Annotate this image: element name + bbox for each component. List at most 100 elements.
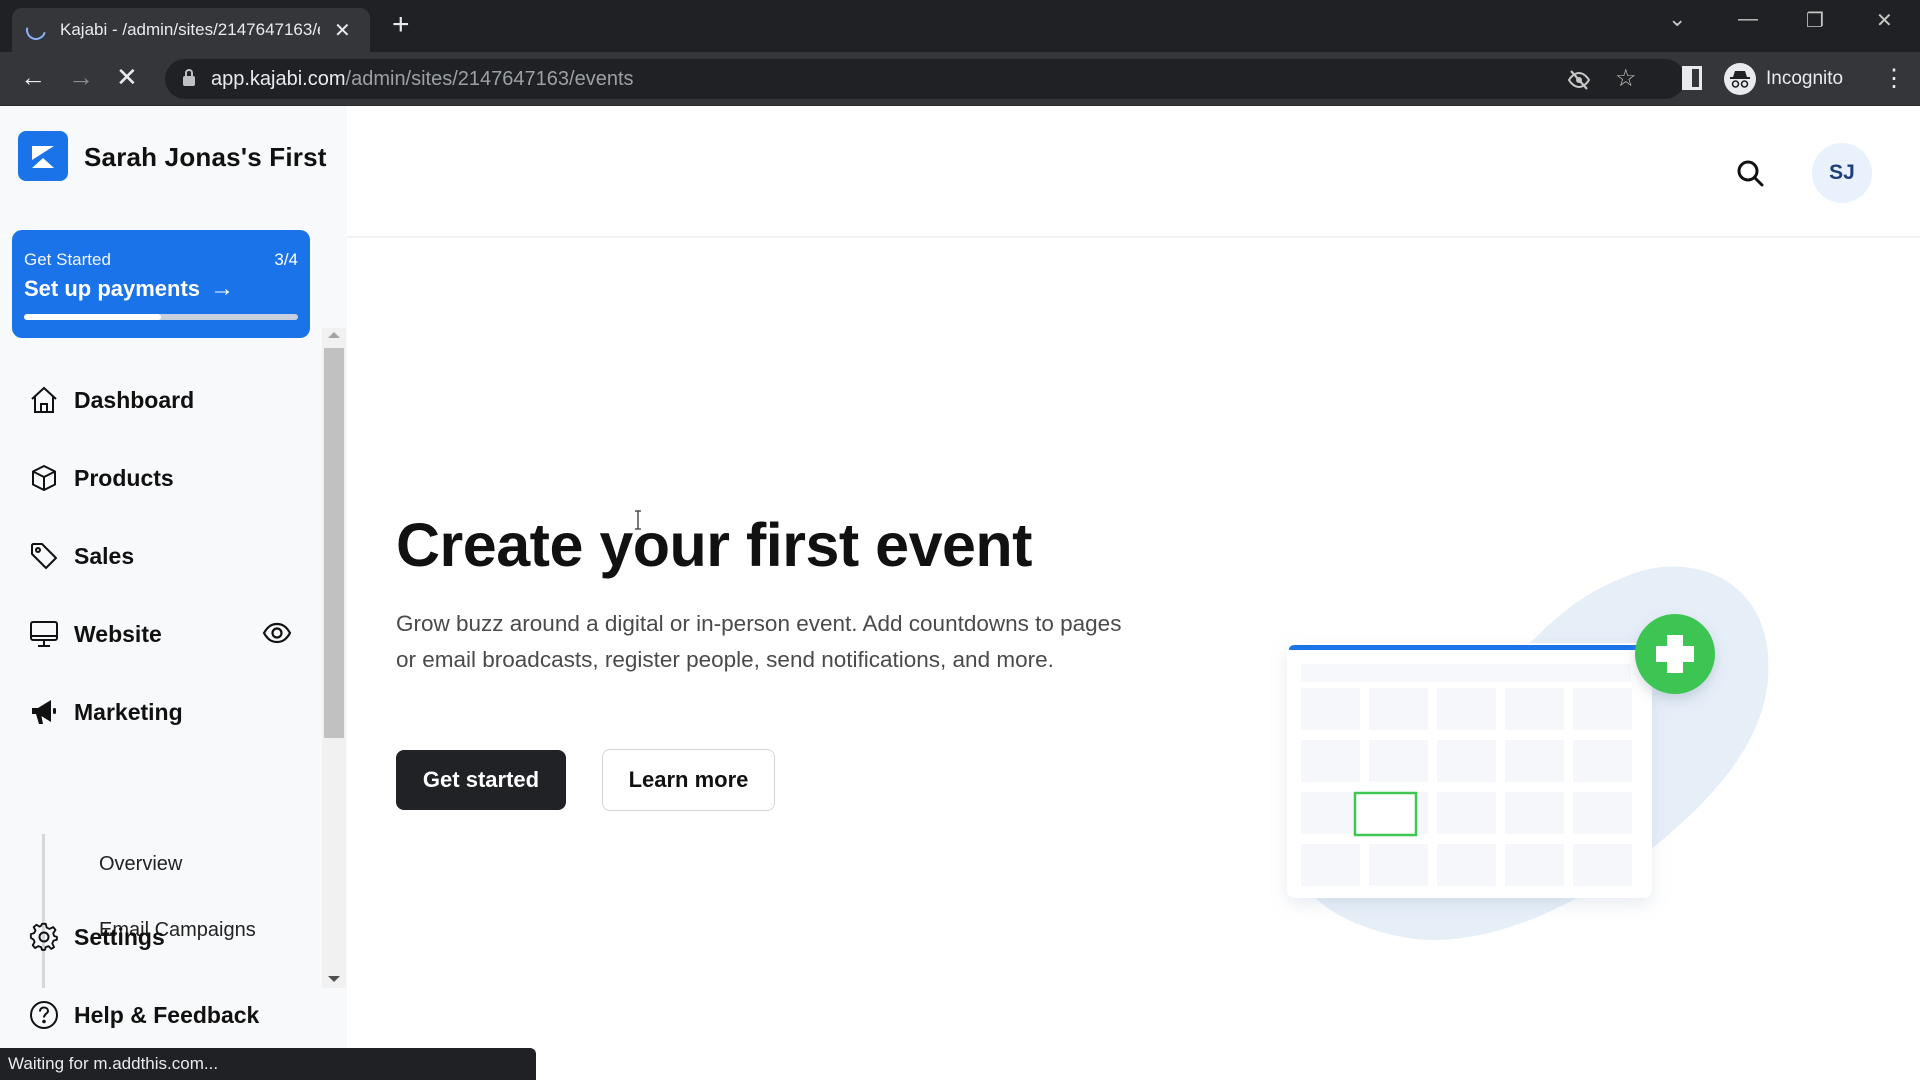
sidebar-item-label: Sales — [74, 542, 135, 569]
restore-button[interactable]: ❐ — [1806, 8, 1824, 33]
sidebar-item-marketing[interactable]: Marketing — [28, 692, 183, 732]
url-path: /admin/sites/2147647163/events — [345, 67, 634, 90]
calendar-day-cell — [1301, 688, 1360, 730]
calendar-day-cell — [1505, 688, 1564, 730]
home-icon — [28, 384, 60, 416]
tracking-protection-eye-slash-icon[interactable] — [1567, 68, 1591, 98]
calendar-grid — [1301, 664, 1632, 886]
url-host: app.kajabi.com — [211, 67, 346, 90]
sidebar-item-dashboard[interactable]: Dashboard — [28, 380, 194, 420]
monitor-icon — [28, 618, 60, 650]
calendar-day-cell — [1573, 740, 1632, 782]
gear-icon — [28, 921, 60, 953]
browser-menu-icon[interactable]: ⋮ — [1882, 64, 1906, 94]
page-title: Create your first event — [396, 511, 1033, 579]
calendar-day-cell — [1505, 844, 1564, 886]
sidebar-item-website[interactable]: Website — [28, 614, 162, 654]
calendar-day-cell — [1369, 844, 1428, 886]
preview-eye-icon[interactable] — [262, 618, 292, 653]
sidebar-nav-scroll-area: Dashboard Products Sales Website Marketi… — [0, 338, 347, 988]
browser-status-bar: Waiting for m.addthis.com... — [0, 1048, 536, 1080]
sidebar-item-label: Products — [74, 464, 174, 491]
sidebar-subitem-clipped[interactable] — [99, 982, 209, 988]
get-started-button[interactable]: Get started — [396, 750, 566, 810]
calendar-day-cell — [1301, 740, 1360, 782]
calendar-day-cell — [1437, 740, 1496, 782]
calendar-day-cell — [1369, 740, 1428, 782]
submenu-guide-line — [42, 834, 45, 988]
arrow-right-icon: → — [210, 275, 235, 302]
incognito-icon — [1724, 63, 1756, 95]
sidebar: Sarah Jonas's First Get Started 3/4 Set … — [0, 106, 347, 1080]
minimize-button[interactable]: — — [1738, 8, 1758, 31]
kajabi-logo[interactable] — [18, 131, 68, 181]
site-name[interactable]: Sarah Jonas's First — [84, 142, 327, 173]
bookmark-star-icon[interactable]: ☆ — [1615, 64, 1637, 93]
calendar-day-cell — [1505, 792, 1564, 834]
calendar-day-cell — [1505, 740, 1564, 782]
sidebar-item-products[interactable]: Products — [28, 458, 174, 498]
tab-search-chevron-icon[interactable]: ⌄ — [1668, 6, 1686, 32]
get-started-title: Set up payments → — [24, 275, 234, 303]
get-started-label: Get Started — [24, 250, 111, 269]
calendar-day-cell — [1369, 688, 1428, 730]
stop-loading-button[interactable]: ✕ — [116, 62, 138, 92]
sidebar-scrollbar[interactable] — [322, 328, 346, 988]
calendar-day-cell — [1437, 792, 1496, 834]
top-header: SJ — [347, 106, 1920, 238]
close-window-button[interactable]: ✕ — [1876, 8, 1893, 33]
page-description: Grow buzz around a digital or in-person … — [396, 611, 1122, 672]
get-started-title-text: Set up payments — [24, 276, 201, 301]
sidebar-item-sales[interactable]: Sales — [28, 536, 134, 576]
calendar-header-row — [1301, 664, 1631, 682]
scroll-up-arrow-icon[interactable] — [328, 332, 340, 338]
get-started-count: 3/4 — [274, 250, 298, 269]
sidebar-subitem-overview[interactable]: Overview — [99, 853, 182, 876]
back-button[interactable]: ← — [20, 62, 46, 92]
calendar-top-bar — [1289, 645, 1659, 650]
megaphone-icon — [28, 696, 60, 728]
text-cursor-icon — [635, 510, 641, 530]
help-icon — [28, 999, 60, 1031]
calendar-day-cell — [1437, 688, 1496, 730]
search-icon[interactable] — [1735, 158, 1765, 193]
box-icon — [28, 462, 60, 494]
scroll-down-arrow-icon[interactable] — [328, 976, 340, 982]
calendar-day-cell — [1437, 844, 1496, 886]
get-started-progress-bar — [24, 314, 298, 320]
browser-toolbar: ← → ✕ app.kajabi.com/admin/sites/2147647… — [0, 52, 1920, 106]
learn-more-button[interactable]: Learn more — [602, 749, 775, 811]
tab-title: Kajabi - /admin/sites/2147647163/events — [60, 20, 320, 39]
side-panel-icon[interactable] — [1682, 66, 1702, 90]
browser-tab-active[interactable]: Kajabi - /admin/sites/2147647163/events … — [12, 8, 370, 52]
get-started-card[interactable]: Get Started 3/4 Set up payments → — [12, 230, 310, 338]
tag-icon — [28, 540, 60, 572]
new-tab-button[interactable]: + — [392, 10, 410, 40]
calendar-illustration — [1287, 566, 1769, 940]
calendar-day-cell — [1573, 792, 1632, 834]
browser-tab-bar: Kajabi - /admin/sites/2147647163/events … — [0, 0, 1920, 52]
calendar-day-cell — [1301, 792, 1360, 834]
sidebar-item-label: Help & Feedback — [74, 1001, 260, 1028]
incognito-label: Incognito — [1766, 68, 1844, 89]
calendar-day-cell — [1301, 844, 1360, 886]
selected-day-box — [1353, 791, 1418, 837]
tab-close-icon[interactable]: ✕ — [334, 18, 351, 43]
sidebar-item-help-feedback[interactable]: Help & Feedback — [28, 995, 259, 1035]
sidebar-item-label: Marketing — [74, 698, 183, 725]
forward-button[interactable]: → — [68, 62, 94, 92]
get-started-progress-fill — [24, 314, 161, 320]
user-avatar[interactable]: SJ — [1812, 143, 1872, 203]
calendar-day-cell — [1573, 688, 1632, 730]
main-content: SJ Create your first event Grow buzz aro… — [347, 106, 1920, 1080]
address-bar[interactable]: app.kajabi.com/admin/sites/2147647163/ev… — [165, 59, 1685, 99]
loading-spinner-icon — [22, 16, 50, 44]
sidebar-item-settings[interactable]: Settings — [28, 917, 165, 957]
scrollbar-thumb[interactable] — [324, 348, 344, 738]
sidebar-item-label: Dashboard — [74, 386, 195, 413]
sidebar-item-label: Website — [74, 620, 162, 647]
lock-icon[interactable] — [183, 69, 195, 86]
incognito-profile-button[interactable]: Incognito — [1720, 59, 1850, 99]
sidebar-item-label: Settings — [74, 923, 165, 950]
calendar-day-cell — [1573, 844, 1632, 886]
